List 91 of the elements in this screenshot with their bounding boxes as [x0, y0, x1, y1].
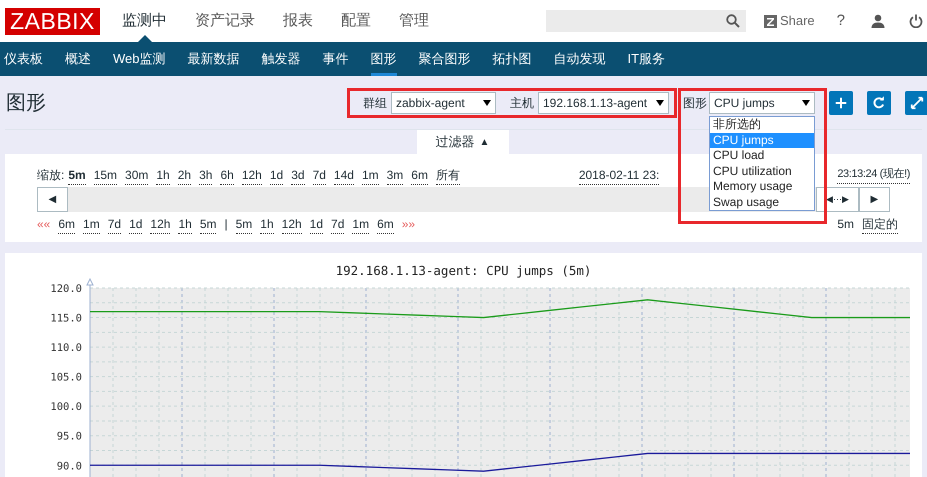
subnav-tab[interactable]: 最新数据	[188, 42, 240, 76]
subnav-tab[interactable]: 自动发现	[554, 42, 606, 76]
refresh-button[interactable]	[867, 90, 891, 114]
timeline-handle-button[interactable]: ◀⋯▶	[816, 187, 859, 212]
menu-tab[interactable]: 管理	[399, 0, 429, 42]
filter-label: 图形	[683, 94, 707, 112]
select-field[interactable]: 192.168.1.13-agent	[538, 92, 669, 114]
fixed-link[interactable]: 固定的	[862, 214, 898, 234]
zoom-label: 缩放:	[37, 167, 64, 184]
share-link[interactable]: Share	[764, 11, 815, 31]
forward-link[interactable]: »»	[402, 215, 416, 233]
search-field[interactable]	[546, 10, 746, 32]
subnav-tab[interactable]: 仪表板	[4, 42, 43, 76]
y-tick-label: 100.0	[50, 401, 82, 414]
period-forward-link[interactable]: 7d	[331, 214, 344, 234]
period-back-link[interactable]: 1m	[83, 214, 100, 234]
scroll-right-button[interactable]: ▶	[859, 187, 890, 212]
period-back-link[interactable]: 6m	[58, 214, 76, 234]
period-forward-link[interactable]: 1d	[310, 214, 324, 234]
dropdown-option[interactable]: CPU utilization	[710, 164, 814, 179]
chart-title: 192.168.1.13-agent: CPU jumps (5m)	[336, 263, 592, 278]
zoom-link[interactable]: 12h	[242, 166, 262, 184]
page-title: 图形	[6, 90, 46, 116]
menu-tab[interactable]: 配置	[341, 0, 371, 42]
caret-icon	[802, 100, 810, 106]
time-from: 2018-02-11 23:	[578, 166, 660, 184]
period-back-link[interactable]: 5m	[200, 214, 216, 234]
help-button[interactable]: ?	[836, 10, 845, 32]
y-tick-label: 115.0	[50, 312, 82, 325]
zoom-link[interactable]: 3d	[291, 166, 305, 184]
zoom-link[interactable]: 2h	[178, 166, 192, 184]
back-link[interactable]: ««	[37, 215, 50, 233]
subnav-tab[interactable]: 聚合图形	[418, 42, 470, 76]
user-icon[interactable]	[871, 14, 885, 28]
menu-tab[interactable]: 资产记录	[195, 0, 255, 42]
y-tick-label: 110.0	[50, 342, 82, 354]
period-back-link[interactable]: 7d	[108, 214, 122, 234]
zoom-link[interactable]: 3h	[199, 166, 212, 184]
zabbix-logo[interactable]: ZABBIX	[5, 8, 100, 34]
subnav-tab[interactable]: 图形	[370, 42, 396, 76]
zoom-link[interactable]: 6m	[411, 166, 428, 184]
zoom-link[interactable]: 所有	[436, 166, 460, 184]
period-back-link[interactable]: 12h	[150, 214, 170, 234]
zoom-link[interactable]: 15m	[94, 166, 118, 184]
dropdown-option[interactable]: Swap usage	[710, 194, 814, 210]
y-tick-label: 90.0	[56, 460, 82, 472]
dropdown-option[interactable]: Memory usage	[710, 179, 814, 194]
separator-text: |	[224, 216, 228, 233]
caret-icon	[483, 100, 491, 106]
select-field[interactable]: zabbix-agent	[391, 92, 496, 114]
menu-tab[interactable]: 报表	[283, 0, 313, 42]
zoom-link[interactable]: 3m	[386, 166, 404, 184]
y-tick-label: 120.0	[50, 283, 82, 295]
zoom-link[interactable]: 1h	[156, 166, 170, 184]
subnav-tab[interactable]: 概述	[65, 42, 91, 76]
zoom-link[interactable]: 1d	[270, 166, 284, 184]
subnav-tab[interactable]: Web监测	[113, 42, 166, 76]
zoom-link[interactable]: 1m	[362, 166, 379, 184]
period-back-link[interactable]: 1h	[178, 214, 192, 234]
period-back-link[interactable]: 1d	[129, 214, 142, 234]
power-icon[interactable]	[909, 14, 923, 28]
y-tick-label: 95.0	[56, 430, 82, 443]
search-icon[interactable]	[726, 14, 740, 28]
zoom-link[interactable]: 5m	[68, 166, 86, 184]
subnav-tab[interactable]: 事件	[322, 42, 348, 76]
period-forward-link[interactable]: 6m	[377, 214, 394, 234]
zoom-link[interactable]: 14d	[334, 166, 354, 184]
filter-tab[interactable]: 过滤器 ▲	[416, 130, 508, 154]
period-text: 5m	[837, 216, 854, 233]
dropdown-option[interactable]: CPU load	[710, 148, 814, 164]
period-forward-link[interactable]: 1h	[260, 214, 274, 234]
select-field[interactable]: CPU jumps	[709, 92, 815, 114]
zoom-link[interactable]: 7d	[312, 166, 326, 184]
scroll-left-button[interactable]: ◀	[37, 187, 68, 212]
y-tick-label: 105.0	[50, 372, 82, 384]
dropdown-option[interactable]: 非所选的	[710, 117, 814, 132]
z-logo-icon	[764, 14, 777, 28]
period-forward-link[interactable]: 1m	[352, 214, 370, 234]
filter-label: 群组	[363, 94, 387, 112]
zoom-link[interactable]: 6h	[220, 166, 234, 184]
period-forward-link[interactable]: 12h	[282, 214, 302, 234]
fullscreen-button[interactable]	[905, 90, 927, 114]
subnav-tab[interactable]: 触发器	[262, 42, 300, 76]
zoom-link[interactable]: 30m	[125, 166, 148, 184]
period-forward-link[interactable]: 5m	[236, 214, 252, 234]
filter-label: 主机	[510, 94, 534, 112]
plus-button[interactable]	[829, 90, 853, 114]
subnav-tab[interactable]: IT服务	[628, 42, 666, 76]
caret-icon	[656, 100, 664, 106]
subnav-tab[interactable]: 拓扑图	[492, 42, 532, 76]
time-to: 23:13:24 (现在!)	[837, 166, 910, 184]
